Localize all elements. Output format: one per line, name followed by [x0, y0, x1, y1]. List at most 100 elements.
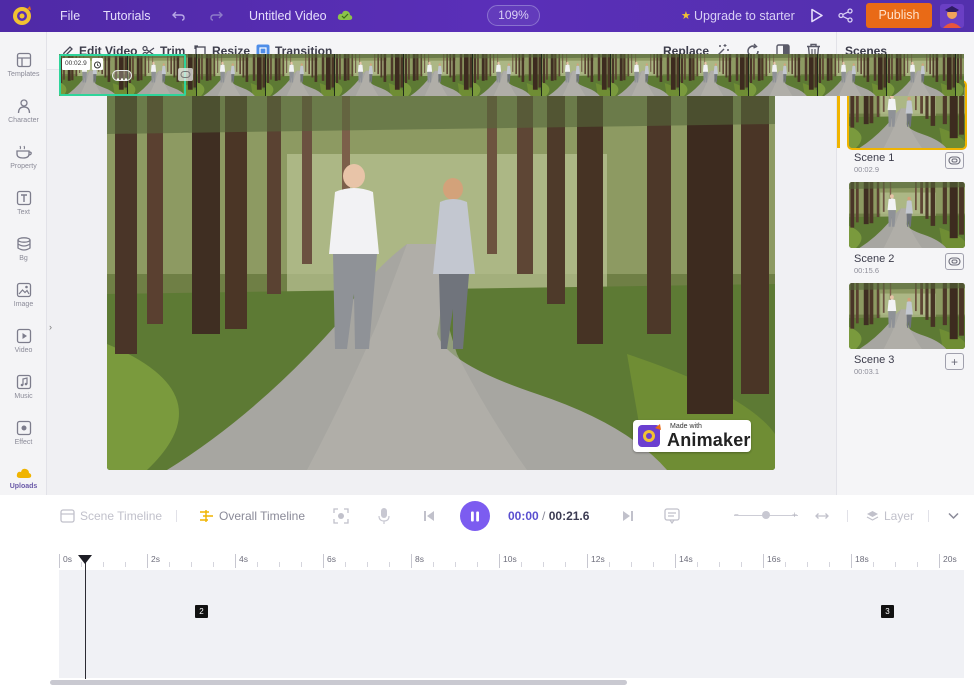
- file-menu[interactable]: File: [60, 0, 80, 32]
- redo-icon[interactable]: [210, 9, 223, 22]
- divider: [847, 510, 848, 522]
- layer-button[interactable]: Layer: [866, 495, 914, 537]
- transition-link-icon: [948, 257, 961, 266]
- image-icon: [16, 282, 31, 298]
- video-clip-strip[interactable]: [59, 54, 964, 96]
- timeline-horizontal-scrollbar[interactable]: [50, 680, 627, 685]
- playhead-handle[interactable]: [78, 555, 92, 564]
- clip-frame-thumbnail: [197, 54, 266, 96]
- preview-play-icon[interactable]: [810, 8, 824, 23]
- ruler-tick-label: 10s: [499, 554, 517, 568]
- clip-transition-icon[interactable]: [178, 68, 193, 81]
- ruler-tick-label: 2s: [147, 554, 160, 568]
- ruler-minor-tick: [301, 562, 302, 567]
- layer-label: Layer: [884, 509, 915, 523]
- scene-marker-badge[interactable]: 3: [881, 605, 894, 618]
- user-avatar[interactable]: [940, 4, 964, 28]
- clip-more-options-icon[interactable]: [112, 70, 132, 81]
- scene-transition-button[interactable]: [945, 152, 964, 169]
- ruler-tick-label: 0s: [59, 554, 72, 568]
- text-icon: [16, 190, 31, 206]
- scene-timeline-icon: [60, 509, 75, 523]
- zoom-out-minus-icon[interactable]: −: [734, 511, 739, 519]
- project-title[interactable]: Untitled Video: [249, 0, 327, 32]
- pause-button[interactable]: [460, 501, 490, 531]
- ruler-minor-tick: [829, 562, 830, 567]
- scenes-panel: Scenes Scene 1 00:02.9 Scene 2 00:15.6 S…: [836, 32, 974, 495]
- subtitles-icon[interactable]: [664, 508, 680, 524]
- time-ruler[interactable]: 0s 2s 4s 6s 8s 10s 12s 14s 16s 18s 20s: [59, 551, 964, 569]
- ruler-minor-tick: [807, 562, 808, 567]
- ruler-tick-label: 20s: [939, 554, 957, 568]
- screen-record-icon[interactable]: [333, 508, 349, 524]
- transition-link-icon: [948, 156, 961, 165]
- rail-uploads[interactable]: Uploads: [0, 466, 47, 490]
- zoom-slider-handle[interactable]: [762, 511, 770, 519]
- scene-name[interactable]: Scene 1: [854, 152, 894, 164]
- running-couple-forest-video: [107, 94, 775, 470]
- rail-effect[interactable]: Effect: [0, 420, 47, 446]
- microphone-icon[interactable]: [378, 507, 390, 525]
- playhead-line[interactable]: [85, 557, 86, 679]
- scene-marker-badge[interactable]: 2: [195, 605, 208, 618]
- chevron-down-icon[interactable]: [948, 512, 959, 520]
- animaker-brand-text: Animaker: [667, 430, 751, 450]
- zoom-level[interactable]: 109%: [487, 5, 540, 26]
- scene-duration: 00:15.6: [854, 266, 880, 275]
- animaker-logo-icon[interactable]: [10, 5, 34, 27]
- ruler-minor-tick: [103, 562, 104, 567]
- skip-back-icon[interactable]: [423, 510, 435, 522]
- background-layers-icon: [16, 237, 31, 251]
- rail-character[interactable]: Character: [0, 98, 47, 124]
- rail-text[interactable]: Text: [0, 190, 47, 216]
- rail-label: Uploads: [9, 483, 38, 490]
- clip-frame-thumbnail: [473, 54, 542, 96]
- ruler-minor-tick: [785, 562, 786, 567]
- fit-width-icon[interactable]: [815, 510, 829, 522]
- zoom-in-plus-icon[interactable]: +: [792, 511, 797, 520]
- video-canvas[interactable]: [107, 94, 775, 470]
- ruler-minor-tick: [741, 562, 742, 567]
- rail-music[interactable]: Music: [0, 374, 47, 400]
- templates-icon: [16, 52, 31, 68]
- skip-forward-icon[interactable]: [622, 510, 634, 522]
- tutorials-menu[interactable]: Tutorials: [103, 0, 150, 32]
- expand-panel-chevron-icon[interactable]: ›: [49, 322, 52, 332]
- rail-templates[interactable]: Templates: [0, 52, 47, 78]
- ruler-tick-label: 12s: [587, 554, 605, 568]
- overall-timeline-tab[interactable]: Overall Timeline: [199, 495, 305, 537]
- upgrade-link[interactable]: Upgrade to starter: [694, 0, 795, 32]
- clip-duration-badge: 00:02.9: [62, 58, 90, 70]
- scene-name[interactable]: Scene 2: [854, 253, 894, 265]
- rail-bg[interactable]: Bg: [0, 236, 47, 262]
- rail-label: Text: [17, 209, 30, 216]
- scene-thumbnail-3[interactable]: [849, 283, 965, 349]
- undo-icon[interactable]: [172, 9, 185, 22]
- pause-icon: [471, 511, 479, 521]
- ruler-minor-tick: [191, 562, 192, 567]
- add-scene-button[interactable]: +: [945, 353, 964, 370]
- scene-thumbnail-2[interactable]: [849, 182, 965, 248]
- ruler-minor-tick: [125, 562, 126, 567]
- ruler-tick-label: 4s: [235, 554, 248, 568]
- rail-property[interactable]: Property: [0, 144, 47, 170]
- publish-button[interactable]: Publish: [866, 3, 932, 28]
- scene-timeline-label: Scene Timeline: [80, 509, 163, 523]
- ruler-minor-tick: [543, 562, 544, 567]
- rail-image[interactable]: Image: [0, 282, 47, 308]
- ruler-minor-tick: [719, 562, 720, 567]
- scene-transition-button[interactable]: [945, 253, 964, 270]
- scene-timeline-tab[interactable]: Scene Timeline: [60, 495, 162, 537]
- scene-name[interactable]: Scene 3: [854, 354, 894, 366]
- made-with-text: Made with: [670, 423, 702, 430]
- clip-frame-thumbnail: [542, 54, 611, 96]
- rail-label: Image: [13, 301, 34, 308]
- rail-video[interactable]: Video: [0, 328, 47, 354]
- top-bar: File Tutorials Untitled Video 109% ★ Upg…: [0, 0, 974, 32]
- ruler-minor-tick: [697, 562, 698, 567]
- zoom-slider[interactable]: − +: [734, 511, 798, 520]
- ruler-tick-label: 6s: [323, 554, 336, 568]
- ruler-tick-label: 8s: [411, 554, 424, 568]
- share-icon[interactable]: [838, 8, 853, 23]
- clip-frame-thumbnail: [335, 54, 404, 96]
